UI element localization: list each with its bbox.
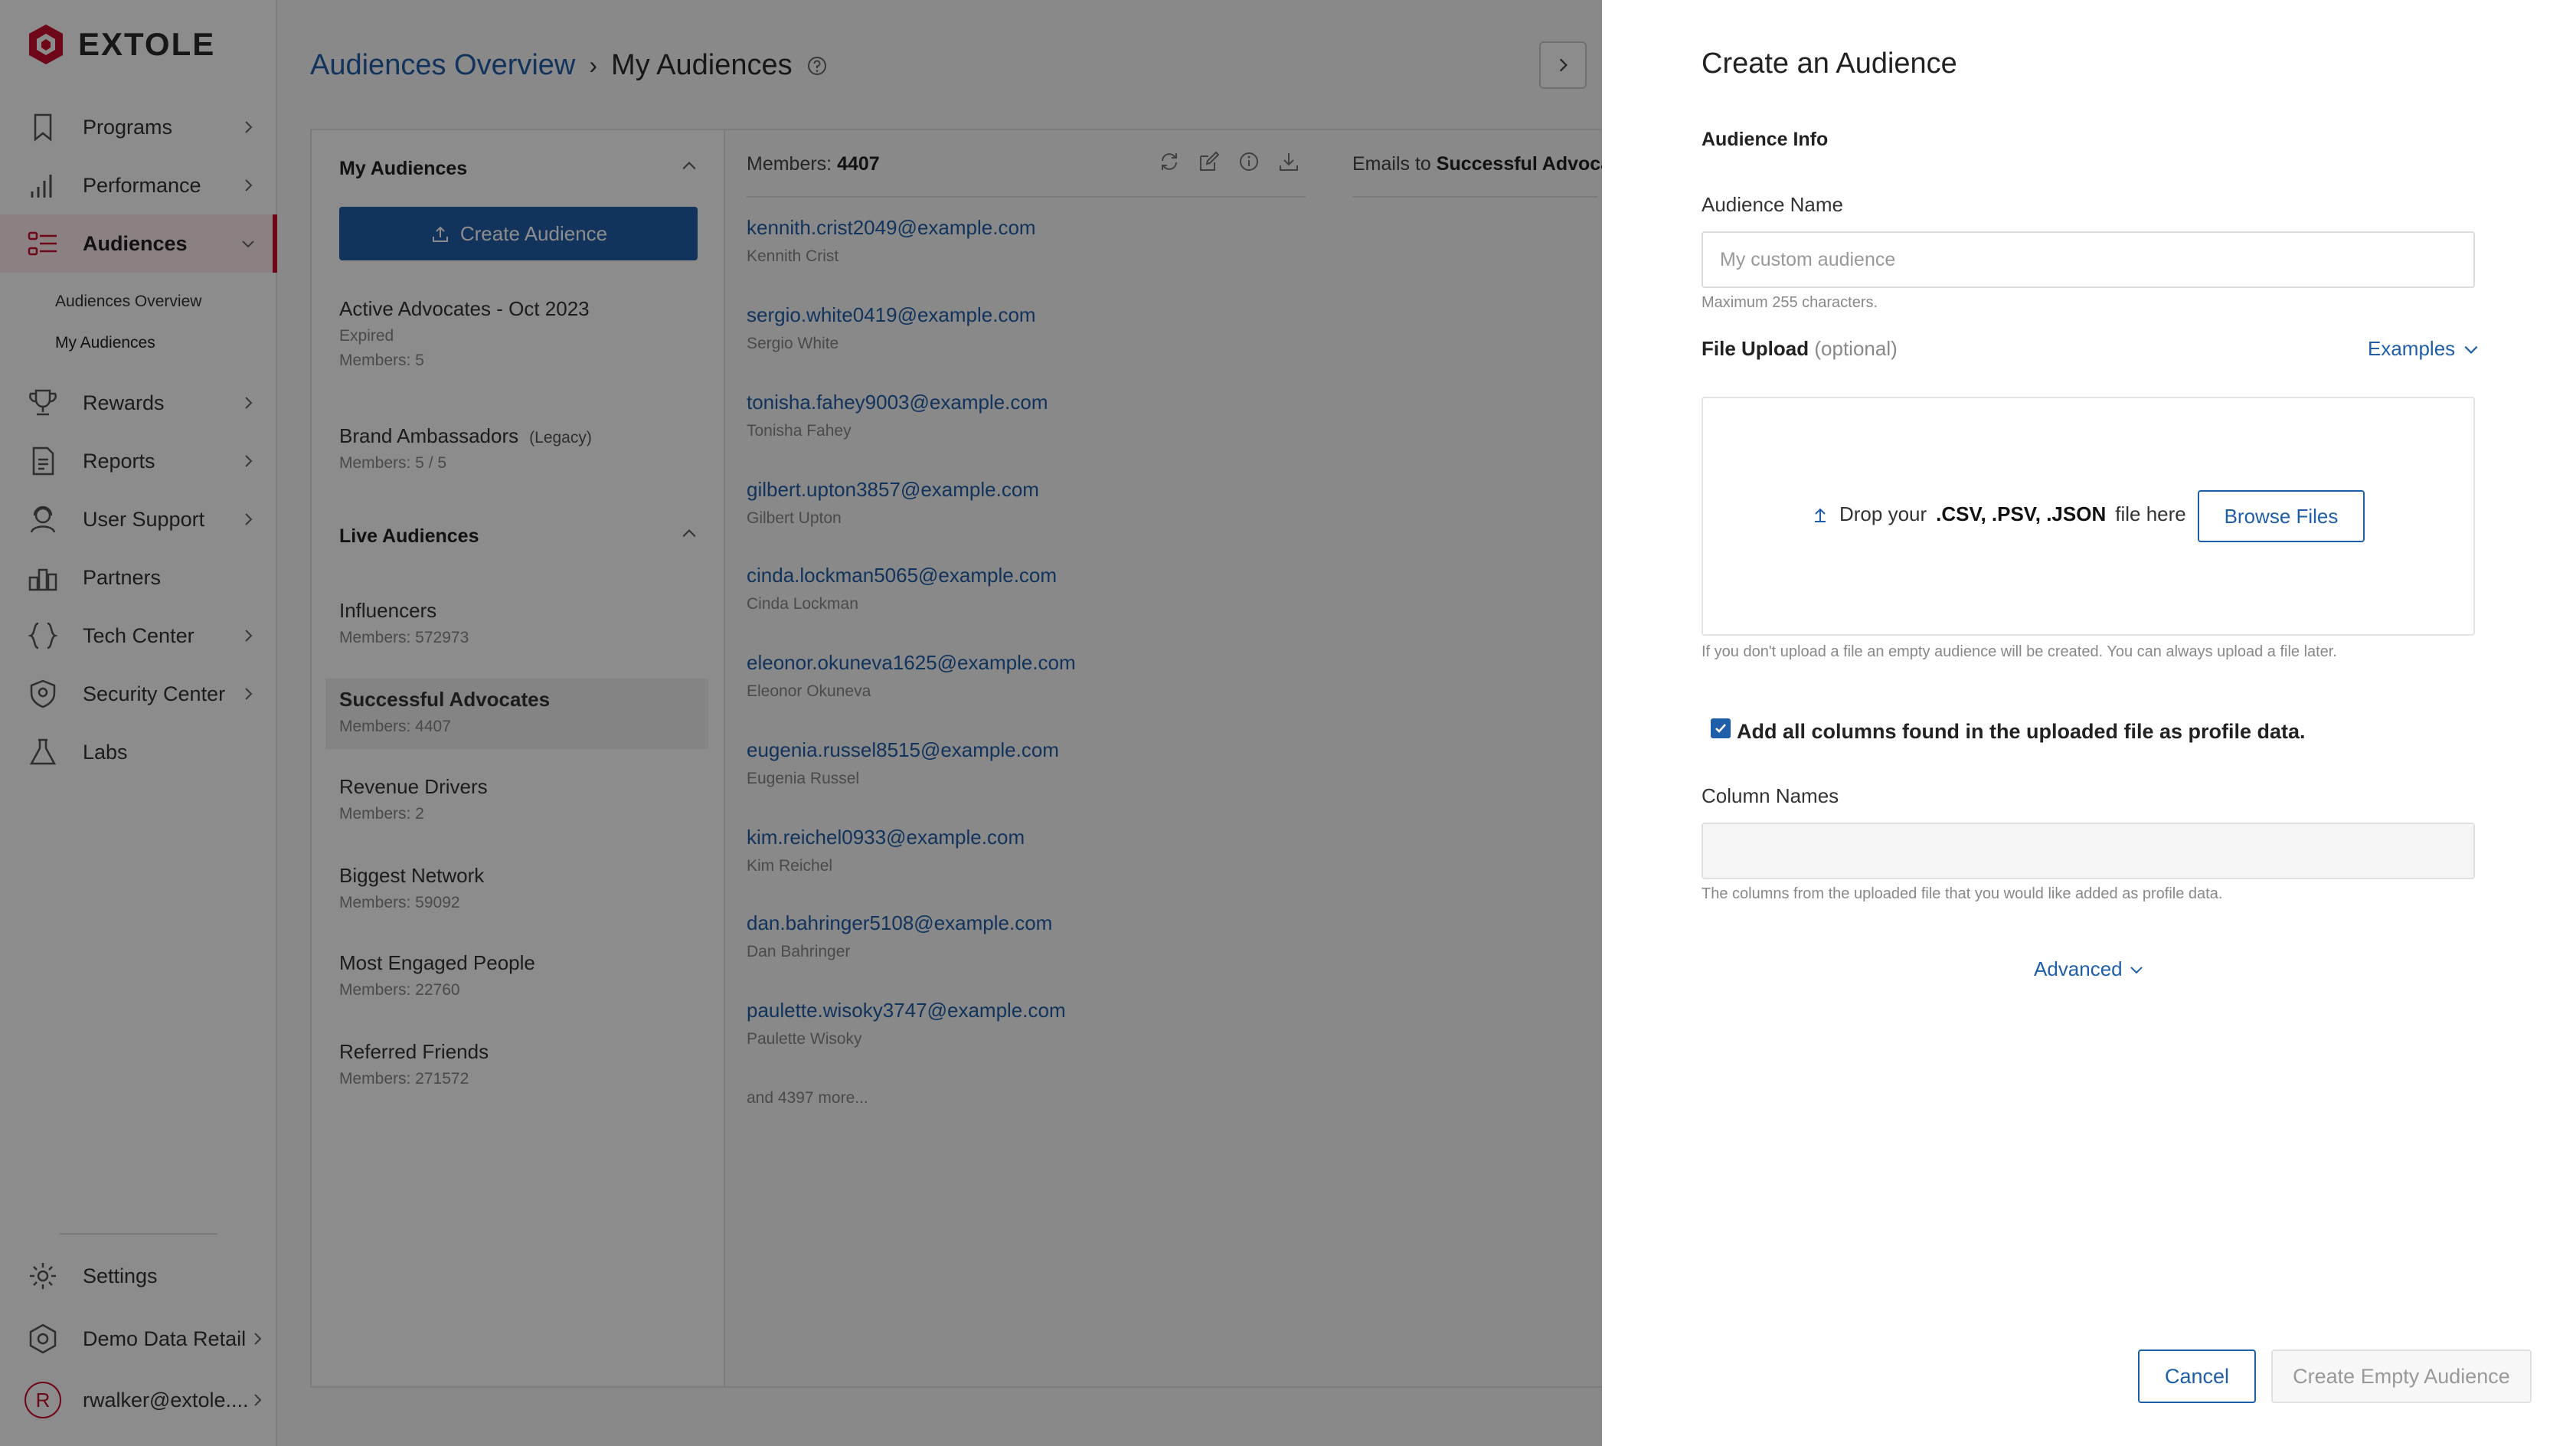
advanced-toggle[interactable]: Advanced — [2034, 957, 2144, 981]
cancel-button[interactable]: Cancel — [2138, 1349, 2256, 1403]
file-upload-label: File Upload (optional) — [1702, 337, 1898, 361]
advanced-label: Advanced — [2034, 957, 2123, 980]
modal-overlay[interactable] — [0, 0, 1602, 1446]
upload-hint: If you don't upload a file an empty audi… — [1702, 643, 2337, 660]
drop-prefix: Drop your — [1839, 502, 1927, 525]
chevron-down-icon — [2464, 345, 2478, 354]
drawer-title: Create an Audience — [1702, 47, 1957, 80]
audience-name-label: Audience Name — [1702, 193, 1843, 216]
drop-suffix: file here — [2115, 502, 2186, 525]
add-columns-label[interactable]: Add all columns found in the uploaded fi… — [1737, 720, 2306, 744]
chevron-down-icon — [2130, 966, 2143, 973]
check-icon — [1715, 724, 1726, 733]
optional-tag: (optional) — [1814, 337, 1898, 360]
audience-name-input[interactable] — [1702, 231, 2475, 288]
upload-arrow-icon — [1815, 508, 1826, 522]
drop-file-types: .CSV, .PSV, .JSON — [1936, 502, 2107, 525]
column-names-input[interactable] — [1702, 823, 2475, 879]
dropzone-instructions: Drop your .CSV, .PSV, .JSON file here or — [1810, 502, 2225, 526]
browse-files-button[interactable]: Browse Files — [2198, 490, 2365, 542]
column-names-label: Column Names — [1702, 784, 1839, 807]
create-empty-audience-button[interactable]: Create Empty Audience — [2271, 1349, 2532, 1403]
audience-name-hint: Maximum 255 characters. — [1702, 294, 1878, 311]
file-upload-label-text: File Upload — [1702, 337, 1809, 360]
examples-toggle[interactable]: Examples — [2368, 337, 2480, 361]
column-names-hint: The columns from the uploaded file that … — [1702, 885, 2223, 902]
examples-label: Examples — [2368, 337, 2456, 360]
add-columns-checkbox[interactable] — [1711, 718, 1731, 738]
audience-info-heading: Audience Info — [1702, 129, 1829, 150]
